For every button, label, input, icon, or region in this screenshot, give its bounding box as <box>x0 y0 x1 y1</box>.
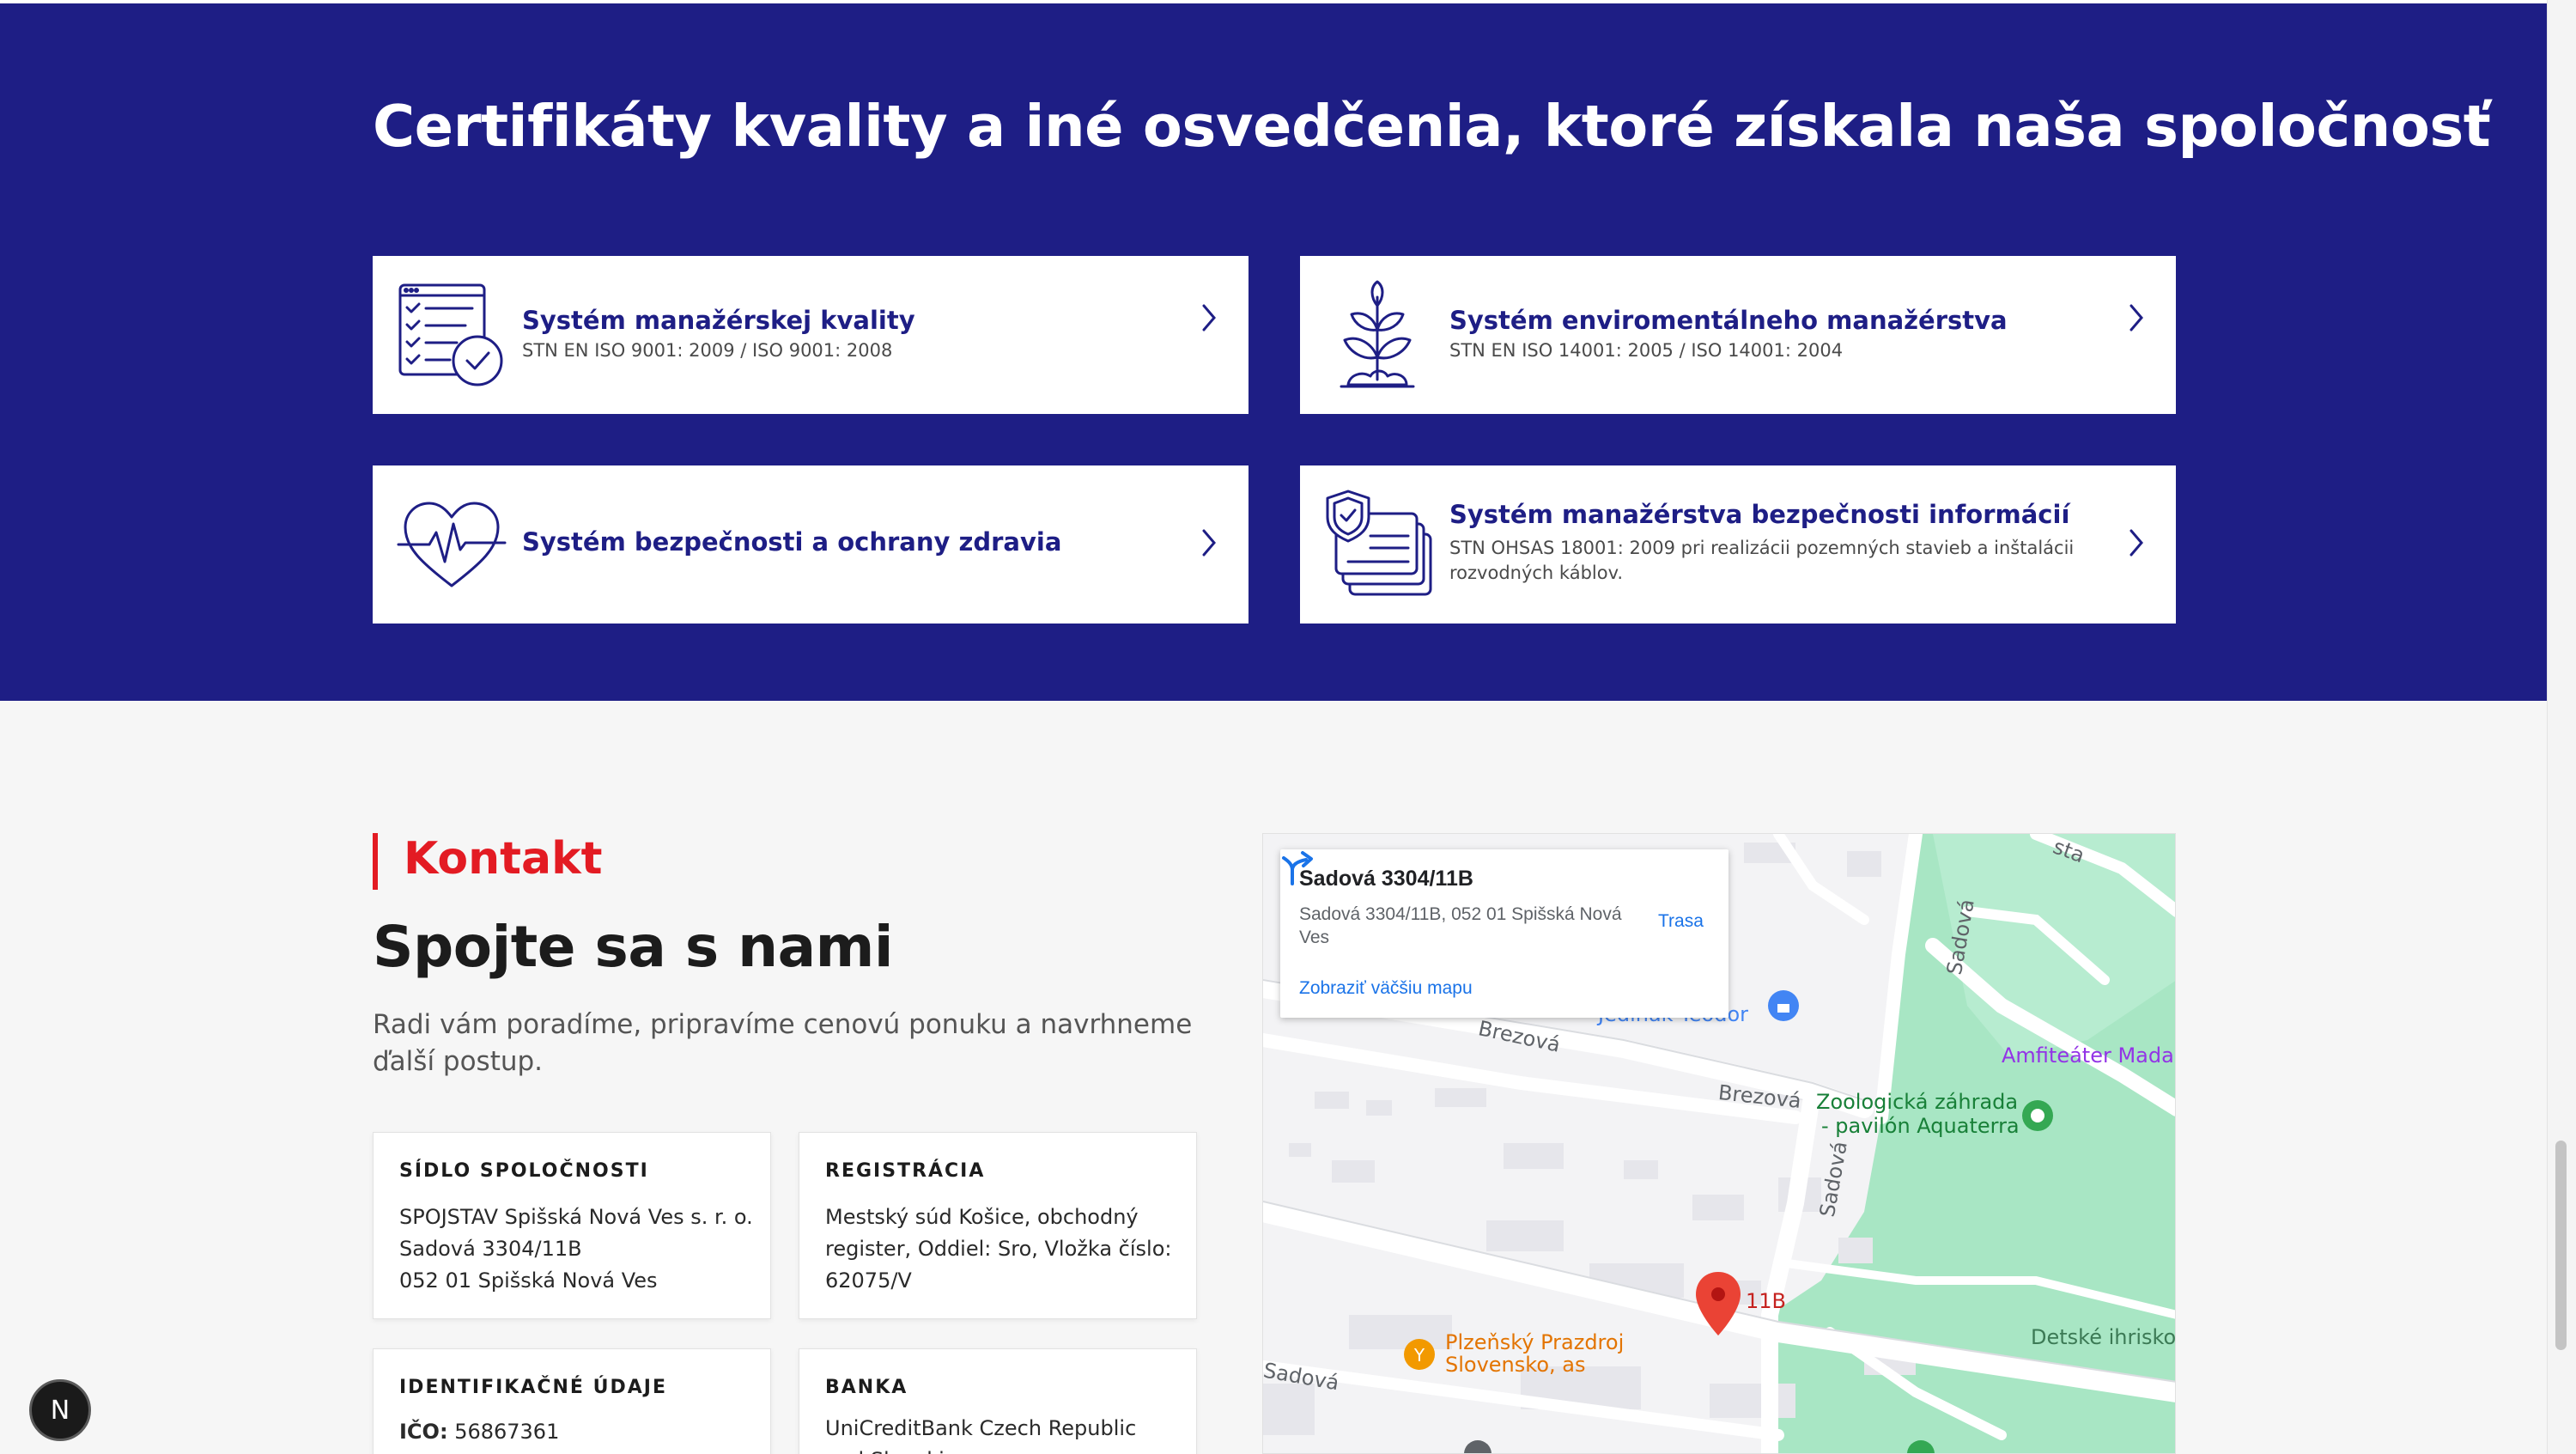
popup-title: Sadová 3304/11B <box>1299 867 1473 891</box>
svg-text:Y: Y <box>1413 1345 1425 1366</box>
poi-label[interactable]: Amfiteáter Madar <box>2002 1043 2175 1068</box>
contact-lead: Radi vám poradíme, pripravíme cenovú pon… <box>373 1009 1193 1077</box>
info-card-title: BANKA <box>825 1377 908 1398</box>
certificate-subtitle: STN EN ISO 9001: 2009 / ISO 9001: 2008 <box>522 340 893 361</box>
embedded-map[interactable]: Y Brezová Brezová Sadová Sadová Sadová J… <box>1262 833 2176 1454</box>
poi-label[interactable]: Zoologická záhrada <box>1816 1090 2018 1114</box>
certificate-card-environment[interactable]: Systém enviromentálneho manažérstva STN … <box>1300 256 2176 414</box>
ico-value: 56867361 <box>454 1420 560 1444</box>
chevron-right-icon[interactable] <box>1197 526 1221 560</box>
poi-label[interactable]: - pavilón Aquaterra <box>1821 1114 2020 1138</box>
info-card-identification: IDENTIFIKAČNÉ ÚDAJE IČO: 56867361 <box>373 1348 771 1454</box>
info-card-title: SÍDLO SPOLOČNOSTI <box>399 1160 649 1182</box>
info-line: 052 01 Spišská Nová Ves <box>399 1268 658 1293</box>
directions-link[interactable]: Trasa <box>1658 911 1704 932</box>
popup-address: Sadová 3304/11B, 052 01 Spišská Nová Ves <box>1299 904 1622 947</box>
info-line: UniCreditBank Czech Republic and Slovaki… <box>825 1416 1137 1454</box>
section-label: Kontakt <box>404 833 603 885</box>
chevron-right-icon[interactable] <box>1197 301 1221 335</box>
certificate-card-health-safety[interactable]: Systém bezpečnosti a ochrany zdravia <box>373 465 1249 624</box>
certificate-card-information-security[interactable]: Systém manažérstva bezpečnosti informáci… <box>1300 465 2176 624</box>
certificate-subtitle: STN EN ISO 14001: 2005 / ISO 14001: 2004 <box>1449 340 1844 361</box>
section-accent-bar <box>373 833 378 890</box>
info-line: Sadová 3304/11B <box>399 1237 582 1261</box>
certificate-title: Systém enviromentálneho manažérstva <box>1449 306 2008 335</box>
info-card-bank: BANKA UniCreditBank Czech Republic and S… <box>799 1348 1197 1454</box>
poi-label[interactable]: Plzeňský Prazdroj <box>1445 1330 1624 1354</box>
poi-label[interactable]: Detské ihrisko <box>2031 1325 2175 1349</box>
nextjs-dev-badge[interactable]: N <box>29 1379 91 1441</box>
directions-icon[interactable] <box>1280 849 1316 885</box>
info-card-title: REGISTRÁCIA <box>825 1160 986 1182</box>
info-card-registration: REGISTRÁCIA Mestský súd Košice, obchodný… <box>799 1132 1197 1319</box>
info-line: SPOJSTAV Spišská Nová Ves s. r. o. <box>399 1205 753 1229</box>
certificate-title: Systém bezpečnosti a ochrany zdravia <box>522 527 1062 557</box>
pin-label[interactable]: 11B <box>1746 1289 1786 1313</box>
scrollbar-thumb[interactable] <box>2555 1141 2567 1350</box>
poi-label[interactable]: Slovensko, as <box>1445 1353 1585 1377</box>
certificate-title: Systém manažérskej kvality <box>522 306 915 335</box>
chevron-right-icon[interactable] <box>2124 526 2148 560</box>
info-card-title: IDENTIFIKAČNÉ ÚDAJE <box>399 1377 667 1398</box>
ico-label: IČO: <box>399 1420 448 1444</box>
map-info-popup: Sadová 3304/11B Sadová 3304/11B, 052 01 … <box>1280 849 1728 1018</box>
certificate-subtitle: STN OHSAS 18001: 2009 pri realizácii poz… <box>1449 538 2075 583</box>
certificate-card-quality[interactable]: Systém manažérskej kvality STN EN ISO 90… <box>373 256 1249 414</box>
info-card-headquarters: SÍDLO SPOLOČNOSTI SPOJSTAV Spišská Nová … <box>373 1132 771 1319</box>
heart-pulse-icon <box>397 502 507 587</box>
checklist-icon <box>398 283 503 386</box>
chevron-right-icon[interactable] <box>2124 301 2148 335</box>
shield-cards-icon <box>1326 490 1432 596</box>
info-line: Mestský súd Košice, obchodný register, O… <box>825 1205 1172 1293</box>
plant-icon <box>1340 280 1415 388</box>
contact-heading: Spojte sa s nami <box>373 914 894 980</box>
larger-map-link[interactable]: Zobraziť väčšiu mapu <box>1299 978 1473 999</box>
certificate-title: Systém manažérstva bezpečnosti informáci… <box>1449 500 2070 529</box>
certificates-title: Certifikáty kvality a iné osvedčenia, kt… <box>373 93 2491 160</box>
